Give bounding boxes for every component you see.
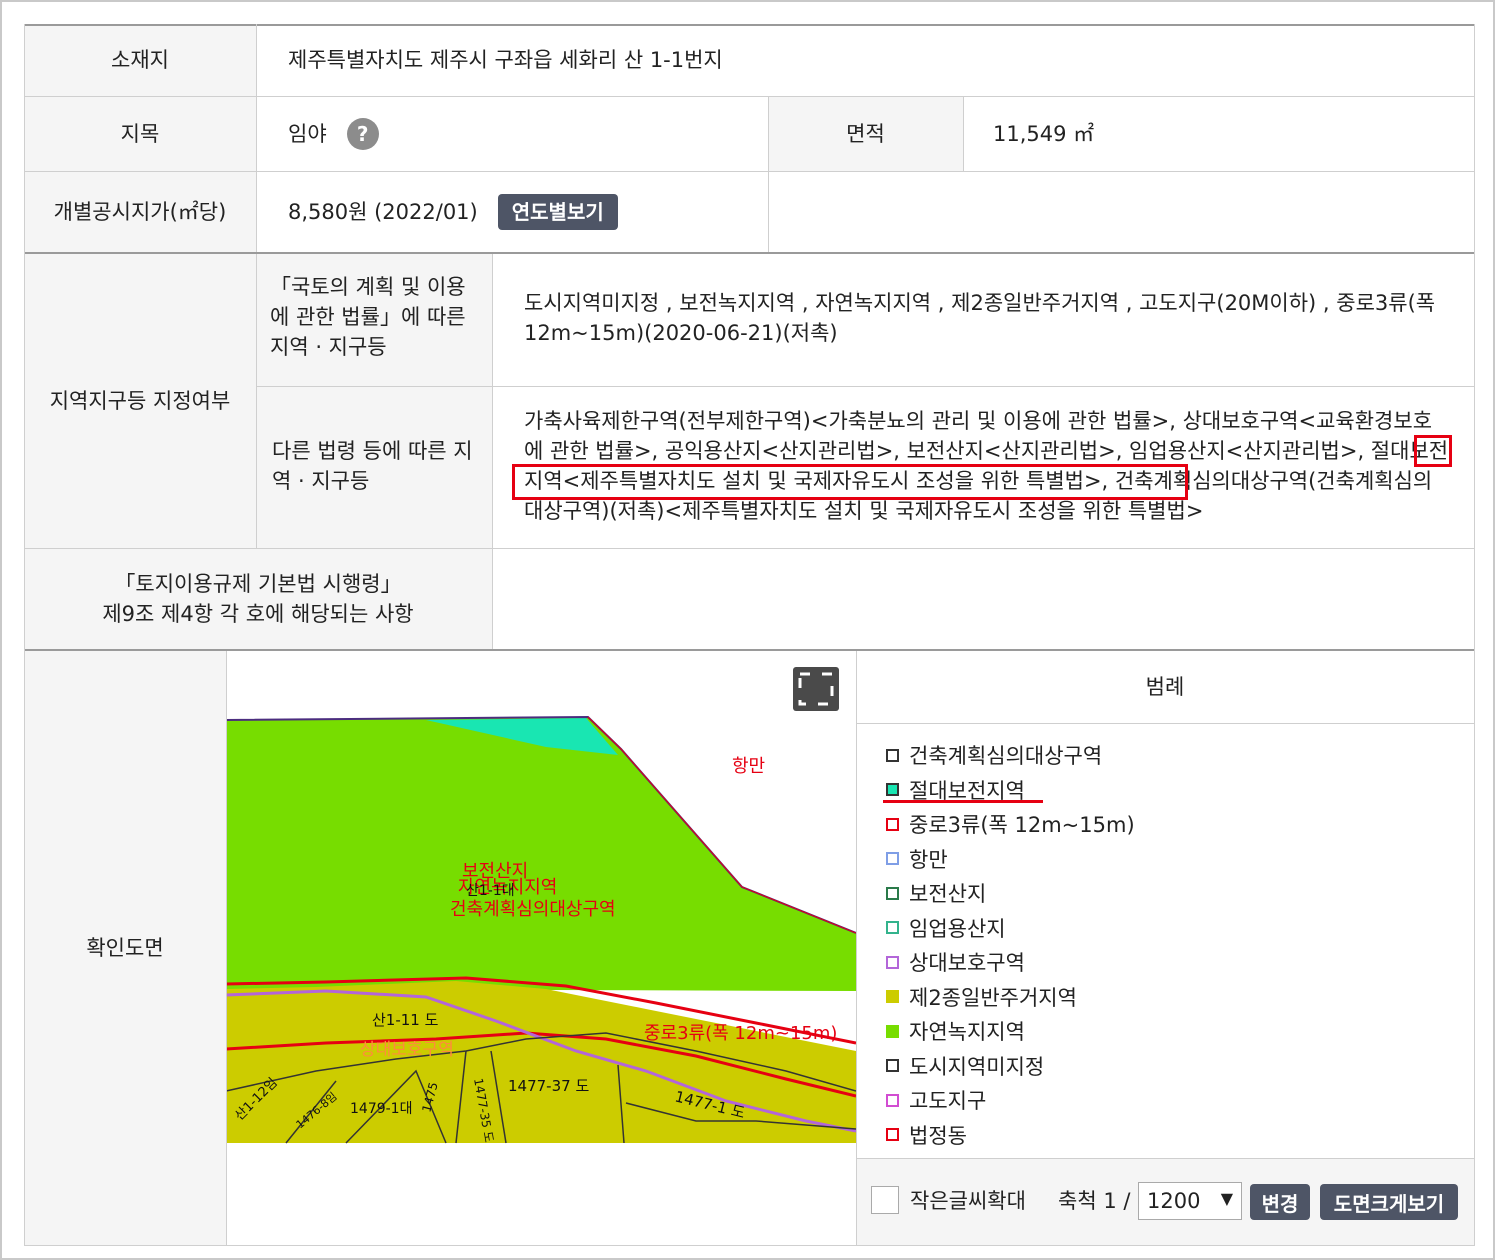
legend-item: 항만 (886, 844, 948, 874)
legend-label: 도시지역미지정 (909, 1054, 1045, 1079)
zoning-label: 지역지구등 지정여부 (24, 254, 256, 548)
map-label-lot-main: 산1-1대 (466, 883, 515, 899)
location-value: 제주특별자치도 제주시 구좌읍 세화리 산 1-1번지 (288, 48, 723, 72)
map-label-road3: 중로3류(폭 12m~15m) (644, 1023, 837, 1044)
legend-swatch (886, 1059, 899, 1072)
legend-item: 제2종일반주거지역 (886, 982, 1077, 1012)
area-value: 11,549 ㎡ (993, 122, 1095, 146)
enforcement-label-line2: 제9조 제4항 각 호에 해당되는 사항 (102, 601, 414, 626)
legend-swatch (886, 817, 899, 831)
legend-item: 중로3류(폭 12m~15m) (886, 809, 1135, 839)
enlarge-checkbox[interactable] (871, 1186, 899, 1214)
legend-label: 자연녹지지역 (909, 1020, 1025, 1044)
yearly-view-button[interactable]: 연도별보기 (497, 194, 618, 230)
legend-swatch (886, 990, 899, 1003)
legend-label: 중로3류(폭 12m~15m) (909, 813, 1135, 837)
map-label-lot-road: 산1-11 도 (372, 1011, 439, 1029)
map-label: 확인도면 (24, 651, 226, 1245)
scale-label: 축척 1 / (1058, 1189, 1131, 1213)
map-label-lot-b: 1479-1대 (350, 1101, 412, 1117)
scale-value: 1200 (1147, 1189, 1201, 1213)
official-price-cell: 8,580원 (2022/01) 연도별보기 (256, 172, 768, 252)
national-law-value: 도시지역미지정 , 보전녹지지역 , 자연녹지지역 , 제2종일반주거지역 , … (524, 291, 1436, 345)
national-law-label: 「국토의 계획 및 이용에 관한 법률」에 따른 지역 · 지구등 (256, 254, 492, 386)
legend-swatch (886, 1093, 899, 1107)
legend-item: 보전산지 (886, 878, 986, 908)
chevron-down-icon: ▼ (1220, 1189, 1233, 1208)
legend-label: 임업용산지 (909, 916, 1006, 941)
legend-label: 항만 (909, 847, 948, 872)
legend-label: 고도지구 (909, 1089, 987, 1113)
highlight-box (512, 464, 1188, 500)
legend-item: 임업용산지 (886, 913, 1006, 943)
legend-label: 법정동 (909, 1123, 967, 1148)
location-label: 소재지 (24, 24, 256, 96)
area-label: 면적 (768, 97, 963, 171)
land-category-cell: 임야 ? (256, 97, 768, 171)
legend-title: 범례 (856, 651, 1474, 723)
land-category-label: 지목 (24, 97, 256, 171)
highlight-underline (883, 800, 1043, 803)
legend-swatch (886, 1024, 899, 1038)
legend-swatch (886, 748, 899, 762)
legend-item: 자연녹지지역 (886, 1016, 1025, 1046)
enforcement-label-line1: 「토지이용규제 기본법 시행령」 (114, 571, 402, 596)
other-law-label: 다른 법령 등에 따른 지역 · 지구등 (256, 386, 492, 548)
official-price-value: 8,580원 (2022/01) (288, 200, 478, 224)
legend-swatch (886, 955, 899, 969)
legend-item: 상대보호구역 (886, 947, 1025, 977)
legend-label: 제2종일반주거지역 (909, 985, 1077, 1010)
legend-item: 건축계획심의대상구역 (886, 740, 1102, 770)
map-label-harbor: 항만 (732, 756, 765, 777)
legend-swatch (886, 783, 899, 796)
legend-swatch (886, 886, 899, 900)
map-label-lot-c: 1477-37 도 (508, 1077, 589, 1095)
legend-label: 건축계획심의대상구역 (909, 744, 1103, 768)
legend-label: 상대보호구역 (909, 951, 1025, 975)
legend-swatch (886, 852, 899, 865)
official-price-label: 개별공시지가(㎡당) (24, 172, 256, 252)
legend-swatch (886, 921, 899, 934)
map-label-protect: 상대보호구역 (360, 1040, 454, 1060)
land-category-value: 임야 (288, 122, 327, 146)
map-label-review: 건축계획심의대상구역 (450, 899, 616, 920)
map-view[interactable]: 항만 보전산지 자연녹지지역 산1-1대 건축계획심의대상구역 산1-11 도 … (226, 651, 856, 1245)
enlarge-label: 작은글씨확대 (910, 1189, 1026, 1213)
change-button[interactable]: 변경 (1250, 1184, 1310, 1220)
big-map-button[interactable]: 도면크게보기 (1320, 1184, 1458, 1220)
highlight-box (1414, 435, 1452, 467)
fullscreen-icon[interactable] (793, 667, 839, 711)
scale-select[interactable]: 1200 ▼ (1138, 1182, 1242, 1220)
legend-item: 법정동 (886, 1120, 967, 1150)
legend-item: 고도지구 (886, 1085, 986, 1115)
legend-item: 도시지역미지정 (886, 1051, 1044, 1081)
enforcement-value (492, 548, 1474, 649)
question-icon[interactable]: ? (346, 118, 379, 150)
legend-swatch (886, 1128, 899, 1141)
enforcement-label: 「토지이용규제 기본법 시행령」 제9조 제4항 각 호에 해당되는 사항 (24, 548, 492, 649)
legend-label: 보전산지 (909, 882, 987, 906)
